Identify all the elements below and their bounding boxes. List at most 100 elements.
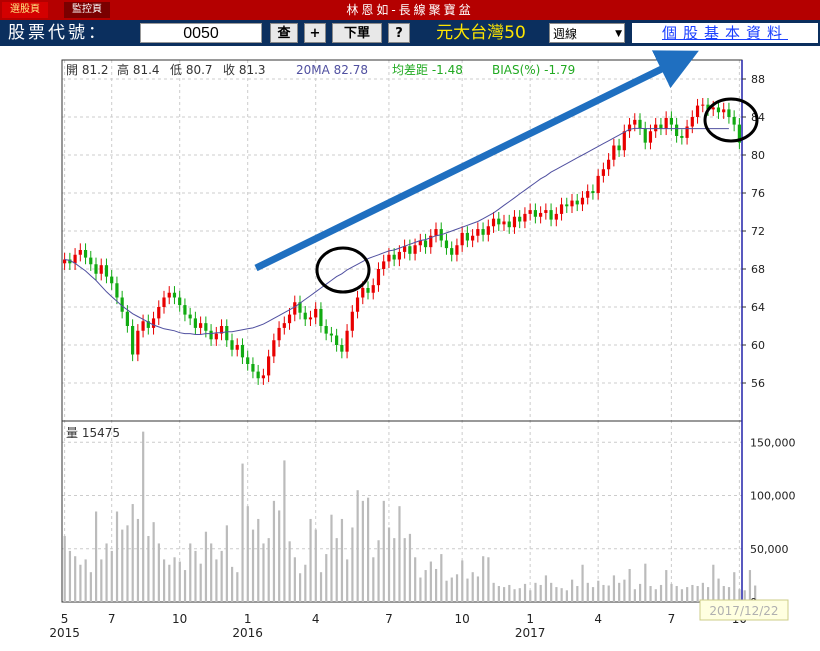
volume-bar: [136, 518, 140, 602]
volume-tick-label: 100,000: [750, 490, 796, 503]
period-select[interactable]: 週線 ▼: [549, 23, 625, 43]
candle-body: [151, 318, 156, 328]
candle-body: [293, 302, 297, 315]
candle-body: [104, 265, 109, 277]
candle-body: [455, 245, 459, 255]
volume-bar: [63, 535, 66, 602]
tab-monitor[interactable]: 監控頁: [64, 2, 110, 18]
add-button[interactable]: +: [304, 23, 326, 43]
volume-bar: [168, 564, 171, 602]
candle-body: [486, 226, 490, 235]
volume-bar: [665, 570, 668, 602]
volume-bar: [571, 579, 574, 602]
query-button[interactable]: 查: [270, 23, 298, 43]
volume-bar: [513, 589, 516, 602]
candle-body: [110, 276, 114, 284]
candle-body: [329, 333, 333, 336]
volume-bar: [74, 556, 77, 602]
volume-bar: [382, 500, 385, 602]
volume-bar: [215, 559, 218, 602]
candle-body: [277, 327, 281, 341]
axis-labels: 566064687276808488050,000100,000150,0005…: [49, 73, 795, 640]
candle-body: [89, 257, 93, 265]
candle-body: [183, 305, 187, 315]
candle-body: [73, 254, 77, 264]
candle-body: [261, 375, 265, 379]
time-tick-label: 10: [172, 612, 187, 626]
candle-body: [282, 323, 286, 328]
candle-body: [680, 136, 684, 138]
volume-bar: [586, 582, 589, 602]
volume-bar: [487, 557, 490, 602]
candle-body: [565, 204, 569, 207]
volume-bar: [639, 583, 642, 602]
time-tick-label: 10: [455, 612, 470, 626]
volume-bar: [612, 575, 616, 602]
tab-stock-selection[interactable]: 選股頁: [2, 2, 48, 18]
time-tick-label: 7: [668, 612, 676, 626]
candle-body: [287, 314, 292, 324]
volume-bar: [267, 538, 270, 602]
volume-bar: [246, 506, 249, 602]
volume-tick-label: 50,000: [750, 543, 789, 556]
volume-bar: [539, 584, 542, 602]
help-button[interactable]: ?: [388, 23, 410, 43]
volume-bar: [377, 540, 380, 602]
volume-bar: [142, 431, 145, 602]
bias-value: BIAS(%) -1.79: [492, 63, 575, 77]
volume-bar: [403, 538, 406, 602]
candle-body: [423, 240, 428, 248]
volume-bar: [670, 583, 673, 602]
candle-body: [199, 323, 203, 328]
candle-body: [638, 119, 642, 129]
candle-body: [408, 246, 412, 254]
volume-bar: [644, 563, 647, 602]
candle-body: [141, 321, 145, 331]
volume-bar: [335, 538, 338, 602]
candle-body: [172, 292, 177, 298]
candle-body: [340, 345, 344, 352]
volume-value: 量 15475: [66, 426, 120, 440]
candle-body: [654, 124, 658, 132]
volume-bar: [544, 575, 548, 602]
candle-body: [136, 330, 140, 355]
volume-bar: [241, 463, 244, 602]
volume-bar: [293, 557, 296, 602]
candle-body: [559, 204, 564, 214]
stock-code-input[interactable]: 0050: [140, 23, 262, 43]
toolbar: 股票代號： 0050 查 + 下單 ? 元大台灣50 週線 ▼ 個股基本資料: [0, 20, 820, 46]
candle-body: [643, 128, 647, 143]
volume-bar: [199, 563, 202, 602]
candle-body: [617, 145, 621, 151]
candle-body: [99, 265, 103, 274]
volume-bar: [325, 554, 328, 602]
volume-bar: [346, 559, 349, 602]
dropdown-arrow-icon: ▼: [615, 29, 622, 39]
volume-bar: [555, 587, 558, 602]
candle-body: [460, 232, 464, 246]
candle-body: [78, 250, 82, 255]
volume-bar: [607, 585, 610, 602]
time-tick-label: 7: [108, 612, 116, 626]
period-selected-value: 週線: [553, 27, 578, 41]
stock-info-link[interactable]: 個股基本資料: [632, 23, 818, 43]
candle-body: [256, 371, 260, 379]
candle-body: [115, 283, 119, 298]
volume-bar: [257, 518, 260, 602]
volume-bar: [288, 541, 291, 602]
volume-bar: [178, 561, 181, 602]
candle-body: [209, 330, 213, 340]
volume-bar: [157, 543, 160, 602]
candle-body: [716, 107, 721, 113]
candle-body: [193, 318, 197, 328]
volume-bar: [435, 568, 438, 602]
candle-body: [711, 107, 715, 110]
volume-bar: [152, 522, 155, 602]
price-info-legend: 開 81.2 高 81.4 低 80.7 收 81.3 20MA 82.78 均…: [66, 62, 575, 77]
order-button[interactable]: 下單: [332, 23, 382, 43]
candle-body: [246, 357, 250, 364]
volume-bar: [356, 490, 359, 602]
volume-bar: [100, 559, 103, 602]
volume-bar: [471, 572, 474, 602]
volume-bar: [508, 584, 511, 602]
